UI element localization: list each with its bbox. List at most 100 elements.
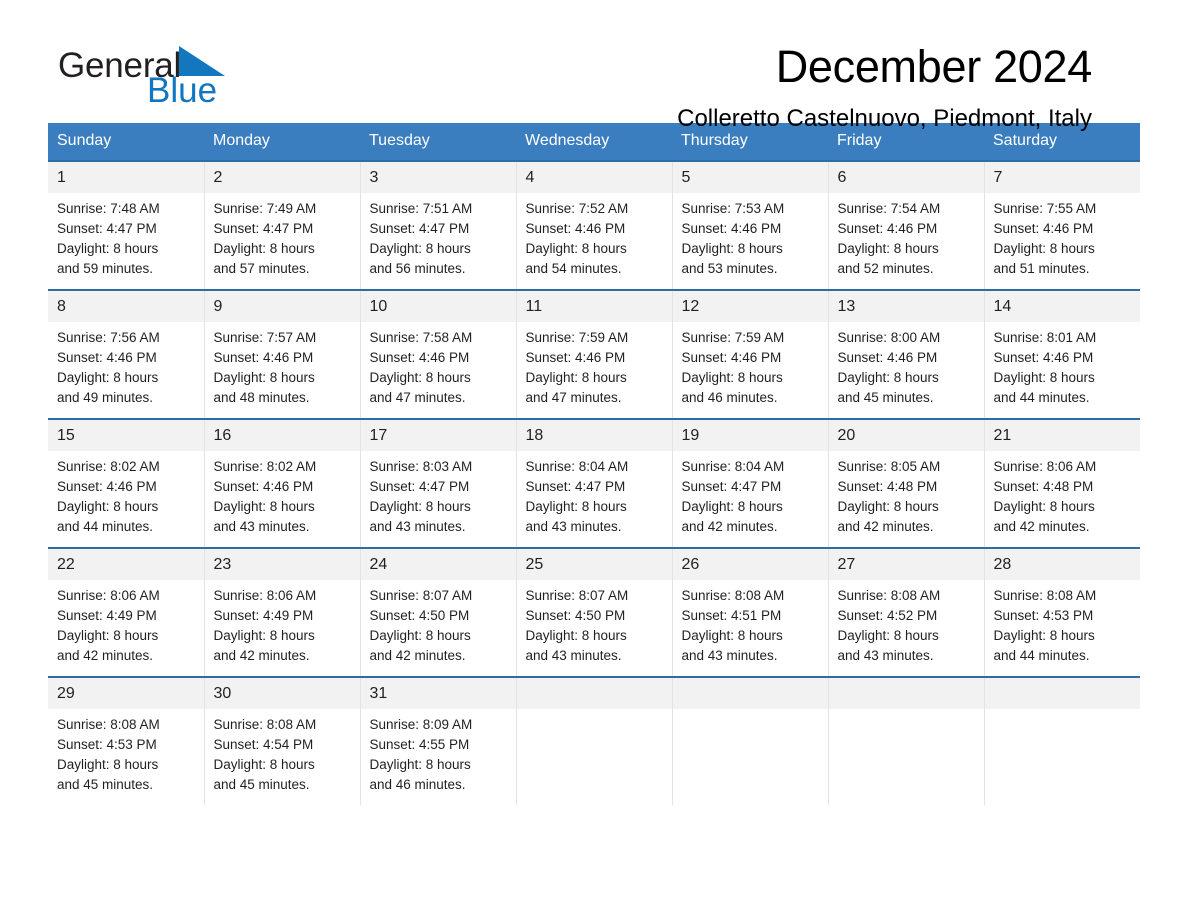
day-number: 27 [828,549,984,580]
calendar-day-cell[interactable]: 19 Sunrise: 8:04 AM Sunset: 4:47 PM Dayligh… [671,418,828,548]
daylight-text-line2: and 43 minutes. [681,648,778,663]
daylight-text-line2: and 54 minutes. [525,261,622,276]
day-details: Sunrise: 7:59 AM Sunset: 4:46 PM Daylight:… [517,322,672,418]
calendar-week-row: 1 Sunrise: 7:48 AM Sunset: 4:47 PM Daylight… [48,160,1141,290]
daylight-text-line1: Daylight: 8 hours [369,628,471,643]
calendar-day-cell[interactable]: 12 Sunrise: 7:59 AM Sunset: 4:46 PM Dayligh… [671,289,828,419]
calendar-day-cell[interactable]: 21 Sunrise: 8:06 AM Sunset: 4:48 PM Dayligh… [983,418,1141,548]
daylight-text-line1: Daylight: 8 hours [369,757,471,772]
calendar-day-cell-empty [671,676,828,805]
sunrise-text: Sunrise: 8:08 AM [57,717,160,732]
day-details: Sunrise: 8:06 AM Sunset: 4:48 PM Daylight:… [985,451,1141,547]
calendar-day-cell[interactable]: 18 Sunrise: 8:04 AM Sunset: 4:47 PM Dayligh… [515,418,672,548]
day-details: Sunrise: 8:02 AM Sunset: 4:46 PM Daylight:… [205,451,360,547]
calendar-day-cell[interactable]: 8 Sunrise: 7:56 AM Sunset: 4:46 PM Daylight… [48,289,204,419]
calendar-day-cell[interactable]: 2 Sunrise: 7:49 AM Sunset: 4:47 PM Daylight… [203,160,360,290]
sunrise-text: Sunrise: 7:57 AM [213,330,317,345]
day-number: 16 [204,420,360,451]
sunset-text: Sunset: 4:47 PM [525,479,626,494]
calendar-day-cell[interactable]: 4 Sunrise: 7:52 AM Sunset: 4:46 PM Daylight… [515,160,672,290]
sunrise-text: Sunrise: 8:09 AM [369,717,473,732]
daylight-text-line1: Daylight: 8 hours [681,241,783,256]
calendar-day-cell[interactable]: 26 Sunrise: 8:08 AM Sunset: 4:51 PM Dayligh… [671,547,828,677]
day-number: 17 [360,420,516,451]
calendar-day-cell[interactable]: 27 Sunrise: 8:08 AM Sunset: 4:52 PM Dayligh… [827,547,984,677]
daylight-text-line1: Daylight: 8 hours [213,241,315,256]
calendar-day-cell[interactable]: 30 Sunrise: 8:08 AM Sunset: 4:54 PM Dayligh… [203,676,360,805]
day-number: 22 [48,549,204,580]
calendar-day-cell[interactable]: 25 Sunrise: 8:07 AM Sunset: 4:50 PM Dayligh… [515,547,672,677]
calendar-day-cell[interactable]: 17 Sunrise: 8:03 AM Sunset: 4:47 PM Dayligh… [359,418,516,548]
sunset-text: Sunset: 4:46 PM [57,479,157,494]
daylight-text-line2: and 42 minutes. [681,519,778,534]
sunrise-text: Sunrise: 7:53 AM [681,201,785,216]
calendar-day-cell[interactable]: 29 Sunrise: 8:08 AM Sunset: 4:53 PM Dayligh… [48,676,204,805]
day-number: 5 [672,162,828,193]
daylight-text-line2: and 49 minutes. [57,390,154,405]
calendar-day-cell[interactable]: 6 Sunrise: 7:54 AM Sunset: 4:46 PM Daylight… [827,160,984,290]
calendar-day-cell[interactable]: 23 Sunrise: 8:06 AM Sunset: 4:49 PM Dayligh… [203,547,360,677]
calendar-day-cell[interactable]: 5 Sunrise: 7:53 AM Sunset: 4:46 PM Daylight… [671,160,828,290]
sunset-text: Sunset: 4:51 PM [681,608,782,623]
sunrise-text: Sunrise: 8:05 AM [837,459,941,474]
sunrise-text: Sunrise: 8:00 AM [837,330,941,345]
day-details: Sunrise: 8:06 AM Sunset: 4:49 PM Daylight:… [205,580,360,676]
calendar-day-cell[interactable]: 10 Sunrise: 7:58 AM Sunset: 4:46 PM Dayligh… [359,289,516,419]
title-block: December 2024 Colleretto Castelnuovo, Pi… [332,40,1092,133]
calendar-day-cell[interactable]: 3 Sunrise: 7:51 AM Sunset: 4:47 PM Daylight… [359,160,516,290]
day-number [984,678,1140,709]
calendar-day-cell[interactable]: 9 Sunrise: 7:57 AM Sunset: 4:46 PM Daylight… [203,289,360,419]
day-details: Sunrise: 8:00 AM Sunset: 4:46 PM Daylight:… [829,322,984,418]
sunrise-text: Sunrise: 8:07 AM [525,588,629,603]
day-number: 23 [204,549,360,580]
daylight-text-line2: and 45 minutes. [57,777,154,792]
calendar-day-cell[interactable]: 28 Sunrise: 8:08 AM Sunset: 4:53 PM Dayligh… [983,547,1140,677]
sunset-text: Sunset: 4:47 PM [681,479,782,494]
sunrise-text: Sunrise: 7:51 AM [369,201,473,216]
sunset-text: Sunset: 4:47 PM [369,479,470,494]
calendar-day-cell[interactable]: 13 Sunrise: 8:00 AM Sunset: 4:46 PM Dayligh… [827,289,984,419]
calendar-day-cell[interactable]: 11 Sunrise: 7:59 AM Sunset: 4:46 PM Dayligh… [515,289,672,419]
calendar-day-cell[interactable]: 15 Sunrise: 8:02 AM Sunset: 4:46 PM Dayligh… [48,418,204,548]
day-number: 28 [984,549,1140,580]
calendar-day-cell[interactable]: 31 Sunrise: 8:09 AM Sunset: 4:55 PM Dayligh… [359,676,516,805]
daylight-text-line1: Daylight: 8 hours [213,370,315,385]
daylight-text-line2: and 45 minutes. [213,777,310,792]
day-details: Sunrise: 8:06 AM Sunset: 4:49 PM Daylight:… [48,580,204,676]
daylight-text-line1: Daylight: 8 hours [837,241,939,256]
sunset-text: Sunset: 4:50 PM [525,608,626,623]
sunset-text: Sunset: 4:46 PM [837,221,938,236]
daylight-text-line1: Daylight: 8 hours [57,499,159,514]
day-details: Sunrise: 8:07 AM Sunset: 4:50 PM Daylight:… [517,580,672,676]
sunrise-text: Sunrise: 8:03 AM [369,459,473,474]
sunrise-text: Sunrise: 8:08 AM [837,588,941,603]
daylight-text-line1: Daylight: 8 hours [369,499,471,514]
day-details: Sunrise: 7:55 AM Sunset: 4:46 PM Daylight:… [985,193,1141,289]
daylight-text-line1: Daylight: 8 hours [837,499,939,514]
day-number: 26 [672,549,828,580]
calendar-day-cell[interactable]: 22 Sunrise: 8:06 AM Sunset: 4:49 PM Dayligh… [48,547,204,677]
page-header: General Blue December 2024 Colleretto Ca… [48,0,1140,132]
calendar-day-cell[interactable]: 20 Sunrise: 8:05 AM Sunset: 4:48 PM Dayligh… [827,418,984,548]
day-number: 9 [204,291,360,322]
day-number: 21 [984,420,1140,451]
sunrise-text: Sunrise: 8:08 AM [213,717,317,732]
sunset-text: Sunset: 4:46 PM [681,350,782,365]
day-details: Sunrise: 8:01 AM Sunset: 4:46 PM Daylight:… [985,322,1141,418]
day-number [516,678,672,709]
calendar-day-cell[interactable]: 24 Sunrise: 8:07 AM Sunset: 4:50 PM Dayligh… [359,547,516,677]
daylight-text-line2: and 46 minutes. [369,777,466,792]
calendar-day-cell[interactable]: 7 Sunrise: 7:55 AM Sunset: 4:46 PM Daylight… [983,160,1141,290]
day-number: 14 [984,291,1140,322]
calendar-day-cell[interactable]: 16 Sunrise: 8:02 AM Sunset: 4:46 PM Dayligh… [203,418,360,548]
daylight-text-line1: Daylight: 8 hours [525,628,627,643]
daylight-text-line2: and 43 minutes. [213,519,310,534]
sunrise-text: Sunrise: 8:04 AM [525,459,629,474]
page-title: December 2024 [775,41,1093,92]
daylight-text-line1: Daylight: 8 hours [993,241,1095,256]
calendar-day-cell[interactable]: 1 Sunrise: 7:48 AM Sunset: 4:47 PM Daylight… [48,160,204,290]
sunrise-text: Sunrise: 8:02 AM [57,459,160,474]
sunset-text: Sunset: 4:47 PM [213,221,314,236]
sunset-text: Sunset: 4:54 PM [213,737,314,752]
calendar-day-cell[interactable]: 14 Sunrise: 8:01 AM Sunset: 4:46 PM Dayligh… [983,289,1141,419]
